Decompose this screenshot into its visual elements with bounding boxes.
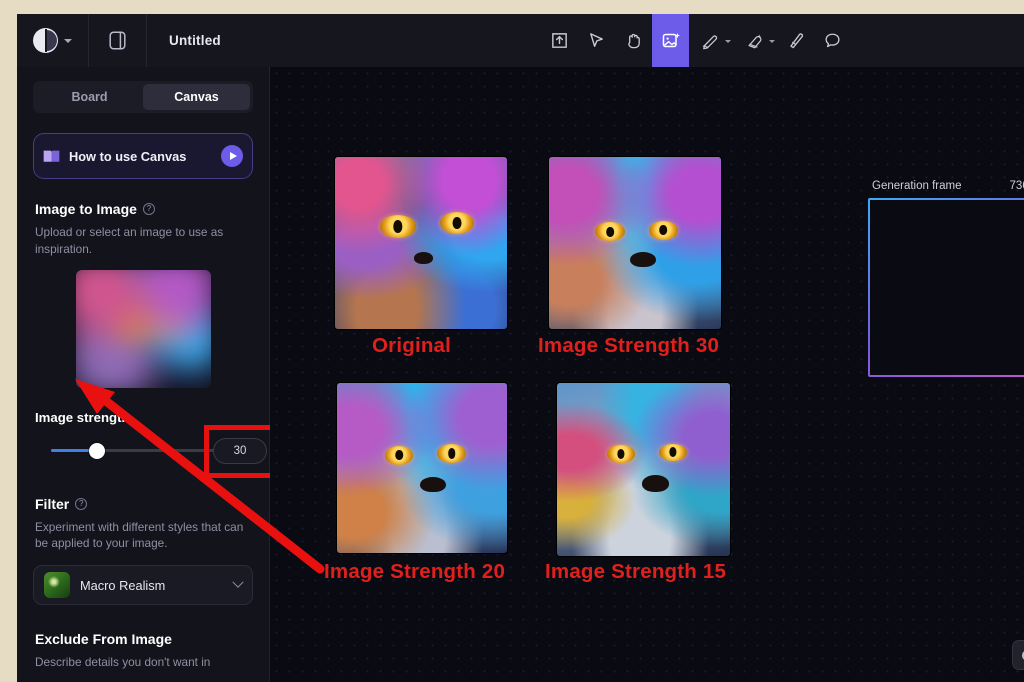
original-cat-image[interactable] [335,157,507,329]
upload-image-icon [552,33,567,48]
upload-image-tool[interactable] [541,14,578,67]
chevron-down-icon[interactable] [769,40,775,43]
strength-30-dog-image[interactable] [549,157,721,329]
strength-20-caption: Image Strength 20 [324,560,506,583]
dog-right-eye [437,444,467,463]
image-strength-slider[interactable]: 30 [17,424,276,478]
image-strength-value[interactable]: 30 [213,437,267,464]
document-title[interactable]: Untitled [147,33,221,48]
dog-right-eye [659,443,687,461]
help-circle-icon[interactable]: ? [75,497,88,510]
side-panel-toggle-button[interactable] [89,14,147,67]
uploaded-reference-image[interactable] [75,269,211,388]
sidebar-tabs: Board Canvas [33,81,253,113]
side-panel-icon [109,31,126,50]
chevron-down-icon[interactable] [232,576,244,588]
filter-selected-label: Macro Realism [80,577,166,593]
filter-heading: Filter ? [35,496,253,512]
chevron-down-icon[interactable] [725,40,731,43]
dog-artwork-30 [549,157,721,329]
filter-title: Filter [35,495,70,512]
generation-frame-box[interactable] [868,198,1024,377]
image-to-image-heading: Image to Image ? [35,201,253,217]
dog-left-eye [384,445,414,465]
eraser-tool[interactable] [733,14,777,67]
dog-nose [641,474,670,492]
edit-brush-tool[interactable] [777,14,814,67]
image-strength-slider-thumb[interactable] [89,442,105,459]
tab-canvas[interactable]: Canvas [143,84,250,110]
dog-left-eye [595,222,625,242]
generation-frame[interactable]: Generation frame 736×72 [868,180,1024,377]
eraser-icon [748,34,762,49]
canvas-workspace[interactable]: Original Image Strength 30 Image Strengt… [270,67,1024,682]
strength-20-dog-image[interactable] [337,383,507,553]
application-window: Untitled Board Canvas How to use Canvas … [17,14,1024,682]
dog-artwork-15 [557,383,730,556]
dog-left-eye [607,445,635,463]
hand-icon [628,33,640,49]
image-strength-label: Image strength [35,409,130,425]
leonardo-logo-icon [33,28,58,53]
generation-frame-label: Generation frame [872,180,962,192]
comment-bubble-icon [825,33,840,48]
play-icon[interactable] [221,145,243,167]
strength-15-dog-image[interactable] [557,383,730,556]
app-logo-menu[interactable] [17,14,89,67]
cat-nose [414,251,434,264]
strength-15-caption: Image Strength 15 [545,560,727,583]
left-sidebar: Board Canvas How to use Canvas Image to … [17,67,276,682]
cat-artwork [335,157,507,329]
slider-track[interactable] [51,448,239,452]
reference-image-preview [75,269,211,388]
cat-left-eye [379,215,416,238]
tab-board[interactable]: Board [36,84,143,110]
dog-artwork-20 [337,383,507,553]
image-to-image-description: Upload or select an image to use as insp… [35,225,224,256]
chevron-down-icon[interactable] [64,38,72,43]
top-toolbar: Untitled [17,14,1024,67]
original-cat-caption: Original [372,334,452,357]
generate-image-tool[interactable] [652,14,689,67]
help-circle-icon[interactable]: ? [142,203,155,215]
exclude-from-image-description: Describe details you don't want in [35,655,211,669]
comment-tool[interactable] [814,14,851,67]
cursor-arrow-icon [590,33,603,47]
exclude-from-image-title: Exclude From Image [35,631,172,647]
generation-frame-dimensions: 736×72 [1009,180,1024,192]
filter-dropdown[interactable]: Macro Realism [33,565,253,605]
macro-realism-preview [44,572,70,598]
canvas-corner-button[interactable] [1012,640,1024,670]
select-tool[interactable] [578,14,615,67]
draw-mask-tool[interactable] [689,14,733,67]
canvas-tools-group [541,14,851,67]
strength-30-caption: Image Strength 30 [538,334,720,357]
image-to-image-title: Image to Image [35,201,137,217]
brush-icon [790,33,804,49]
book-icon [43,150,60,162]
dog-nose [629,251,656,268]
dog-nose [420,476,446,492]
how-to-use-canvas-label: How to use Canvas [69,148,187,164]
how-to-use-canvas-button[interactable]: How to use Canvas [33,133,253,179]
exclude-from-image-heading: Exclude From Image [35,631,253,647]
pencil-mask-icon [702,35,718,50]
filter-description: Experiment with different styles that ca… [35,519,244,551]
image-sparkle-icon [662,32,680,47]
generation-frame-header: Generation frame 736×72 [868,180,1024,192]
dog-right-eye [648,220,678,240]
pan-tool[interactable] [615,14,652,67]
